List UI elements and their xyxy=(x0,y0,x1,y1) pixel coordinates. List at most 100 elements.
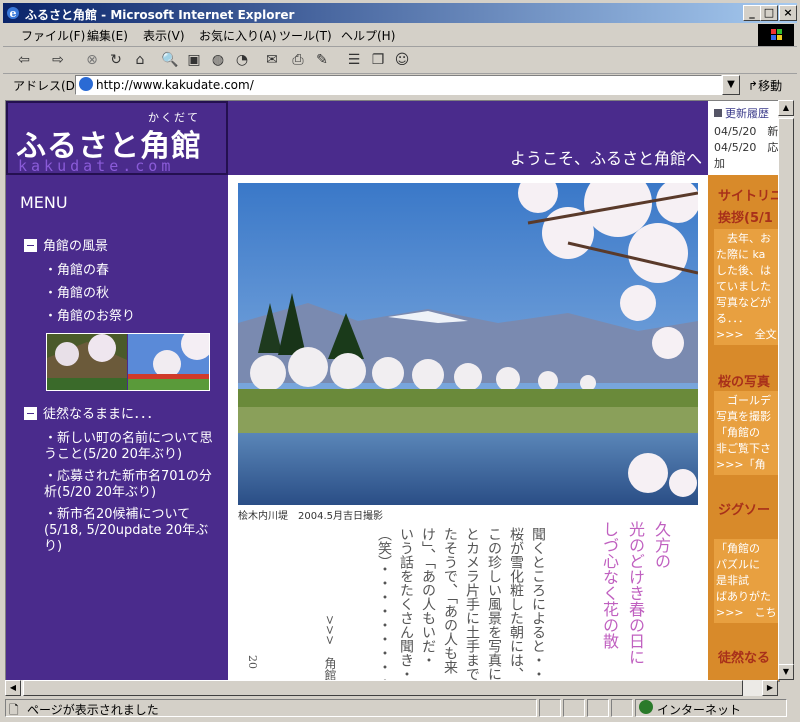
news-line: ゴールデ xyxy=(716,394,771,407)
menu-view[interactable]: 表示(V) xyxy=(143,27,185,44)
update-history-title: 更新履歴 xyxy=(725,107,769,120)
prose-col: 桜が雪化粧した朝には、 xyxy=(508,527,524,681)
date-fragment: 20 xyxy=(246,655,259,669)
menu-favorites[interactable]: お気に入り(A) xyxy=(199,27,277,44)
link-essay-2[interactable]: ・応募された新市名701の分析(5/20 20年ぶり) xyxy=(44,469,219,501)
section-essays[interactable]: 徒然なるままに．．． xyxy=(24,403,160,422)
welcome-text: ようこそ、ふるさと角館へ xyxy=(509,149,702,168)
news-link[interactable]: >>> こち xyxy=(716,605,777,621)
square-bullet-icon xyxy=(714,109,722,117)
prose-col: とカメラ片手に土手まで xyxy=(464,527,480,681)
menu-file[interactable]: ファイル(F) xyxy=(21,27,85,44)
news-body: 「角館の パズルに 是非試 ばありがた >>> こち xyxy=(714,539,779,623)
scroll-right-icon[interactable]: ▶ xyxy=(762,680,778,696)
hscroll-thumb[interactable] xyxy=(23,680,743,696)
title-bar: e ふるさと角館 - Microsoft Internet Explorer _… xyxy=(3,3,797,23)
news-line: ばありがた xyxy=(716,590,771,603)
scroll-up-icon[interactable]: ▲ xyxy=(778,100,794,116)
menu-help[interactable]: ヘルプ(H) xyxy=(341,27,395,44)
news-line: 是非試 xyxy=(716,574,749,587)
prose-col: け」、「あの人もいだ・ xyxy=(420,527,436,667)
security-zone: インターネット xyxy=(657,703,742,717)
thumbnail-images[interactable] xyxy=(46,328,213,391)
mail-icon[interactable]: ✉ xyxy=(263,51,281,69)
collapse-icon[interactable] xyxy=(24,239,37,252)
news-link[interactable]: >>>「角 xyxy=(716,457,777,473)
news-link[interactable]: >>> 全文 xyxy=(716,327,777,343)
update-history: 更新履歴 04/5/20 新い 04/5/20 応募 加 xyxy=(708,101,779,175)
link-essay-1[interactable]: ・新しい町の名前について思うこと(5/20 20年ぶり) xyxy=(44,431,219,463)
link-spring[interactable]: ・角館の春 xyxy=(44,263,219,279)
collapse-icon[interactable] xyxy=(24,407,37,420)
home-icon[interactable]: ⌂ xyxy=(131,51,149,69)
status-pane xyxy=(539,699,561,717)
link-essay-3[interactable]: ・新市名20候補について(5/18, 5/20update 20年ぶり) xyxy=(44,507,219,555)
prose-col: この珍しい風景を写真に xyxy=(486,527,502,681)
favorites-icon[interactable]: ▣ xyxy=(185,51,203,69)
news-line: た際に ka xyxy=(716,248,766,261)
toolbar: ⇦ ⇨ ⊗ ↻ ⌂ 🔍 ▣ ◍ ◔ ✉ ⎙ ✎ ☰ ❐ ☺ xyxy=(3,47,797,74)
scroll-thumb[interactable] xyxy=(778,118,794,678)
menu-title: MENU xyxy=(20,193,68,212)
news-line: した後、は xyxy=(716,264,771,277)
news-line: 写真を撮影 xyxy=(716,410,771,423)
go-label: 移動 xyxy=(758,79,783,93)
photo-caption: 桧木内川堤 2004.5月吉日撮影 xyxy=(238,511,383,522)
news-heading[interactable]: ジグソー xyxy=(718,499,770,518)
news-line: パズルに xyxy=(716,558,760,571)
messenger-icon[interactable]: ☺ xyxy=(393,51,411,69)
browser-window: e ふるさと角館 - Microsoft Internet Explorer _… xyxy=(0,0,800,720)
scroll-down-icon[interactable]: ▼ xyxy=(778,664,794,680)
go-button[interactable]: ↱移動 xyxy=(748,77,782,94)
menu-edit[interactable]: 編集(E) xyxy=(87,27,128,44)
news-heading[interactable]: サイトリニ xyxy=(718,185,779,204)
address-dropdown-button[interactable]: ▼ xyxy=(722,75,740,95)
sidebar-menu: MENU 角館の風景 ・角館の春 ・角館の秋 ・角館のお祭り 徒然なるままに．．… xyxy=(6,175,228,681)
address-value[interactable]: http://www.kakudate.com/ xyxy=(96,78,254,92)
research-icon[interactable]: ❐ xyxy=(369,51,387,69)
prose-col: 聞くところによると・・・ xyxy=(530,527,546,682)
stop-icon[interactable]: ⊗ xyxy=(83,51,101,69)
news-line: 「角館の xyxy=(716,542,760,555)
poem-col-3: しづ心なく花の散 xyxy=(600,521,619,649)
news-heading-2[interactable]: 挨拶(5/1 xyxy=(718,207,773,226)
update-item[interactable]: 04/5/20 新い xyxy=(714,123,779,139)
print-icon[interactable]: ⎙ xyxy=(289,51,307,69)
history-icon[interactable]: ◔ xyxy=(233,51,251,69)
update-item[interactable]: 加 xyxy=(714,155,725,171)
page-done-icon: 🗋 xyxy=(9,703,19,717)
link-festival[interactable]: ・角館のお祭り xyxy=(44,309,219,325)
refresh-icon[interactable]: ↻ xyxy=(107,51,125,69)
maximize-button[interactable]: □ xyxy=(760,5,778,21)
status-pane xyxy=(611,699,633,717)
back-icon[interactable]: ⇦ xyxy=(15,51,33,69)
news-heading[interactable]: 徒然なる xyxy=(718,647,770,666)
media-icon[interactable]: ◍ xyxy=(209,51,227,69)
discuss-icon[interactable]: ☰ xyxy=(345,51,363,69)
menu-bar: ファイル(F) 編集(E) 表示(V) お気に入り(A) ツール(T) ヘルプ(… xyxy=(3,24,797,47)
address-input[interactable]: http://www.kakudate.com/ xyxy=(75,75,722,95)
edit-icon[interactable]: ✎ xyxy=(313,51,331,69)
section-title: 徒然なるままに．．． xyxy=(43,407,160,422)
news-heading[interactable]: 桜の写真 xyxy=(718,371,770,390)
update-item[interactable]: 04/5/20 応募 xyxy=(714,139,779,155)
site-logo[interactable]: かくだて ふるさと角館 kakudate.com xyxy=(6,101,228,175)
section-title: 角館の風景 xyxy=(43,239,109,254)
minimize-button[interactable]: _ xyxy=(743,5,761,21)
page-icon xyxy=(79,77,93,91)
main-photo xyxy=(238,183,698,505)
link-autumn[interactable]: ・角館の秋 xyxy=(44,286,219,302)
svg-text:e: e xyxy=(10,7,17,20)
search-icon[interactable]: 🔍 xyxy=(161,51,179,69)
close-button[interactable]: × xyxy=(779,5,797,21)
scroll-left-icon[interactable]: ◀ xyxy=(5,680,21,696)
status-bar: 🗋 ページが表示されました インターネット xyxy=(3,698,797,718)
vertical-scrollbar[interactable]: ▲ ▼ xyxy=(778,100,794,680)
read-more-link[interactable]: >>> 角館 xyxy=(322,615,339,681)
news-line: 写真などが xyxy=(716,296,771,309)
forward-icon[interactable]: ⇨ xyxy=(49,51,67,69)
menu-tools[interactable]: ツール(T) xyxy=(279,27,332,44)
section-landscape[interactable]: 角館の風景 xyxy=(24,235,108,254)
status-pane xyxy=(563,699,585,717)
horizontal-scrollbar[interactable]: ◀ ▶ xyxy=(5,680,778,696)
